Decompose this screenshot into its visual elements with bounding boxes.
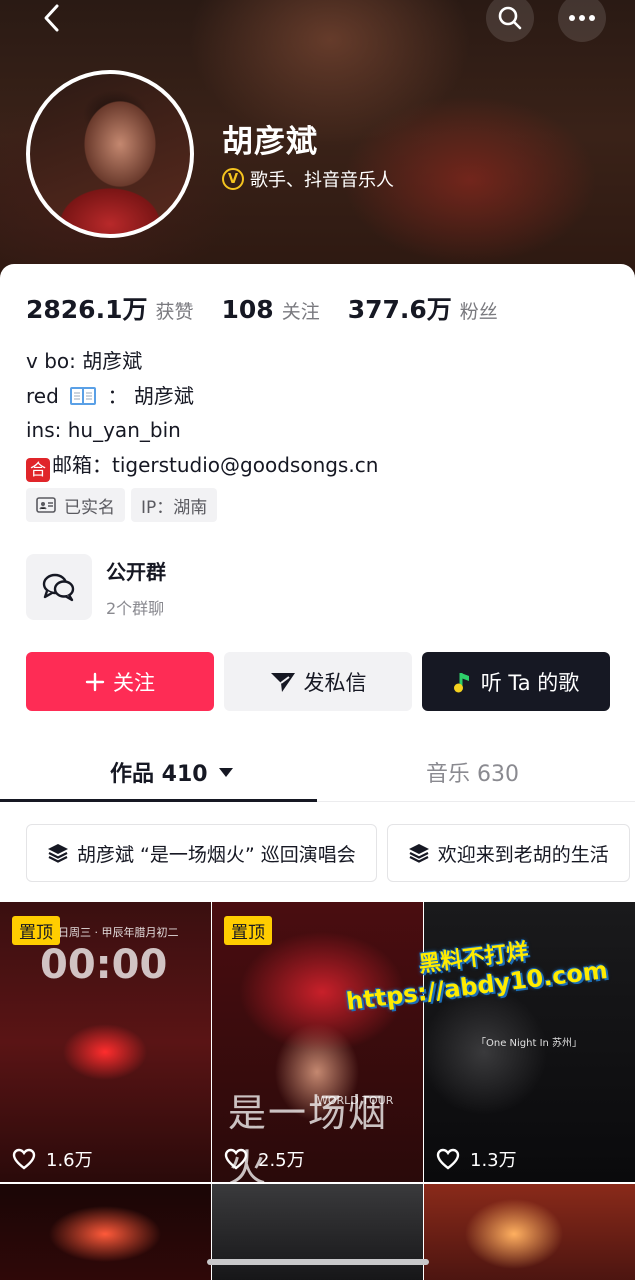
- video-thumbnail-6[interactable]: [424, 1184, 635, 1280]
- bio-line-email: 合邮箱：tigerstudio@goodsongs.cn: [26, 448, 378, 483]
- chat-bubbles-icon: [42, 573, 75, 602]
- listen-songs-button[interactable]: 听 Ta 的歌: [422, 652, 610, 711]
- collection-chip-tour[interactable]: 胡彦斌 “是一场烟火” 巡回演唱会: [26, 824, 377, 882]
- bio: v bo: 胡彦斌 red ： 胡彦斌 ins: hu_yan_bin 合邮箱：…: [26, 344, 378, 482]
- heart-icon: [224, 1148, 248, 1170]
- caret-down-icon: [218, 768, 233, 777]
- video-overlay-clock: 00:00: [40, 942, 168, 988]
- likes-label: 获赞: [155, 301, 194, 323]
- search-icon: [498, 6, 522, 30]
- video-overlay-subtitle: WORLD TOUR: [317, 1094, 394, 1107]
- verified-name-tag[interactable]: 已实名: [26, 488, 125, 522]
- collection-chip-life[interactable]: 欢迎来到老胡的生活: [386, 824, 630, 882]
- send-icon: [270, 672, 295, 692]
- group-chat-icon-box: [26, 554, 92, 620]
- message-button[interactable]: 发私信: [224, 652, 412, 711]
- heart-icon: [12, 1148, 36, 1170]
- public-group-entry[interactable]: 公开群 2个群聊: [26, 554, 166, 620]
- following-label: 关注: [281, 301, 320, 323]
- video-likes: 1.6万: [12, 1146, 93, 1172]
- open-book-icon: [70, 386, 97, 405]
- likes-count[interactable]: 2826.1万: [26, 290, 147, 326]
- bio-line-red: red ： 胡彦斌: [26, 383, 194, 408]
- video-overlay-text: 「One Night In 苏州」: [476, 1038, 583, 1049]
- id-card-icon: [36, 497, 56, 513]
- ip-location-tag: IP：湖南: [131, 488, 218, 522]
- profile-card: 2826.1万 获赞 108 关注 377.6万 粉丝 v bo: 胡彦斌 re…: [0, 264, 635, 1280]
- avatar[interactable]: [26, 70, 194, 238]
- bio-line-weibo: v bo: 胡彦斌: [26, 349, 143, 373]
- action-buttons: 关注 发私信 听 Ta 的歌: [26, 652, 610, 711]
- layers-icon: [408, 844, 429, 863]
- chevron-left-icon: [44, 4, 59, 32]
- video-thumbnail-4[interactable]: [0, 1184, 211, 1280]
- pinned-badge: 置顶: [224, 916, 272, 945]
- verification-row: V 歌手、抖音音乐人: [222, 166, 394, 192]
- pinned-badge: 置顶: [12, 916, 60, 945]
- verification-text: 歌手、抖音音乐人: [250, 170, 394, 191]
- he-badge-icon: 合: [26, 457, 50, 482]
- plus-icon: [85, 672, 105, 691]
- followers-count[interactable]: 377.6万: [348, 290, 452, 326]
- tab-works[interactable]: 作品 410: [110, 756, 234, 788]
- active-tab-indicator: [0, 799, 317, 802]
- video-thumbnail-2[interactable]: 是一场烟火 WORLD TOUR 置顶 2.5万: [212, 902, 423, 1182]
- content-tabs: 作品 410 音乐 630: [0, 742, 635, 802]
- tab-music[interactable]: 音乐 630: [426, 756, 519, 788]
- profile-name: 胡彦斌: [222, 124, 318, 160]
- followers-label: 粉丝: [459, 301, 498, 323]
- collection-chips: 胡彦斌 “是一场烟火” 巡回演唱会 欢迎来到老胡的生活: [26, 824, 630, 882]
- video-thumbnail-5[interactable]: [212, 1184, 423, 1280]
- video-likes: 1.3万: [436, 1146, 517, 1172]
- layers-icon: [48, 844, 68, 863]
- group-title: 公开群: [106, 559, 166, 584]
- heart-icon: [436, 1148, 460, 1170]
- follow-button[interactable]: 关注: [26, 652, 214, 711]
- group-subtitle: 2个群聊: [106, 598, 165, 618]
- video-likes: 2.5万: [224, 1146, 305, 1172]
- verified-badge-icon: V: [222, 168, 244, 190]
- following-count[interactable]: 108: [222, 295, 274, 324]
- profile-tags: 已实名 IP：湖南: [26, 488, 218, 522]
- stats-row: 2826.1万 获赞 108 关注 377.6万 粉丝: [26, 290, 526, 326]
- video-thumbnail-1[interactable]: 1月日周三 · 甲辰年腊月初二 00:00 置顶 1.6万: [0, 902, 211, 1182]
- music-note-icon: [453, 672, 469, 692]
- bio-line-ins: ins: hu_yan_bin: [26, 418, 181, 442]
- more-dots-icon: [569, 15, 595, 21]
- home-indicator[interactable]: [207, 1259, 429, 1265]
- video-overlay-date: 1月日周三 · 甲辰年腊月初二: [40, 926, 179, 939]
